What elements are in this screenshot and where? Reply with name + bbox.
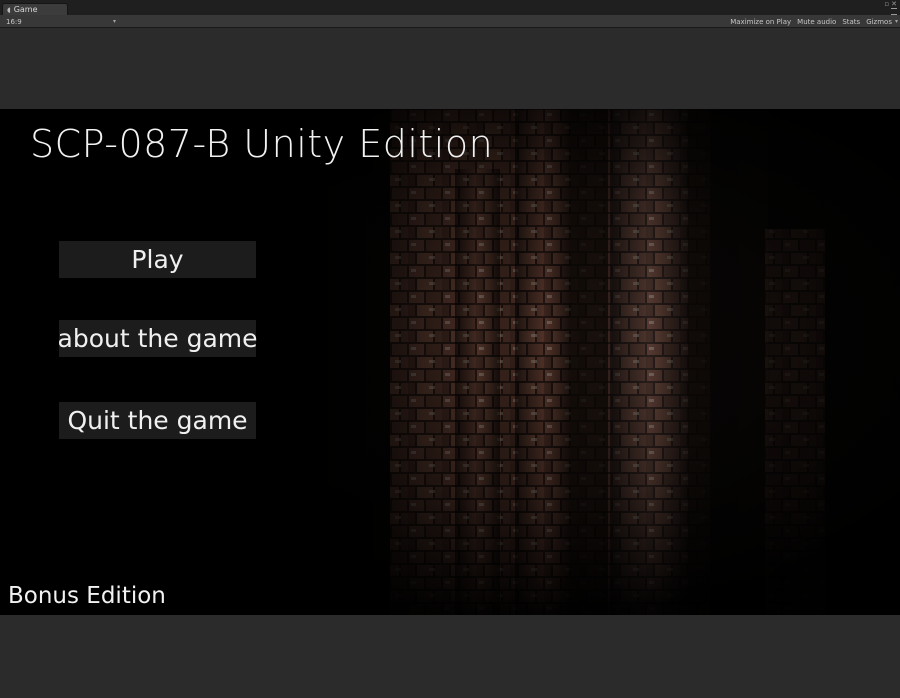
chevron-down-icon: ▾	[894, 18, 898, 25]
game-view: SCP-087-B Unity Edition Play about the g…	[0, 109, 900, 615]
quit-the-game-button[interactable]: Quit the game	[59, 402, 256, 439]
mute-audio-toggle[interactable]: Mute audio	[797, 18, 836, 26]
gizmos-label: Gizmos	[866, 17, 892, 26]
panel-menu-icon[interactable]	[891, 8, 897, 15]
brick-corridor-background	[0, 109, 900, 615]
toolbar-right-group: Maximize on Play Mute audio Stats Gizmos…	[730, 17, 898, 26]
aspect-ratio-dropdown[interactable]: 16:9 ▾	[6, 17, 116, 26]
play-button[interactable]: Play	[59, 241, 256, 278]
maximize-window-icon[interactable]: ▫	[884, 0, 889, 8]
letterbox-bottom	[0, 615, 900, 698]
gizmos-dropdown[interactable]: Gizmos ▾	[866, 18, 898, 26]
close-window-icon[interactable]: ✕	[891, 0, 897, 8]
chevron-down-icon: ▾	[112, 18, 116, 25]
tab-game-label: Game	[13, 5, 38, 14]
aspect-ratio-label: 16:9	[6, 17, 22, 26]
game-title: SCP-087-B Unity Edition	[30, 122, 494, 166]
window-controls: ▫ ✕	[884, 0, 897, 8]
unity-game-icon: ◖	[7, 5, 11, 14]
game-toolbar: 16:9 ▾ Maximize on Play Mute audio Stats…	[0, 8, 900, 28]
tab-game[interactable]: ◖ Game	[2, 3, 68, 15]
stats-toggle[interactable]: Stats	[842, 18, 860, 26]
editor-tab-strip: ◖ Game ▫ ✕	[0, 0, 900, 15]
bonus-edition-label: Bonus Edition	[8, 583, 166, 609]
letterbox-top	[0, 28, 900, 109]
about-the-game-button[interactable]: about the game	[58, 320, 258, 357]
maximize-on-play-toggle[interactable]: Maximize on Play	[730, 18, 791, 26]
